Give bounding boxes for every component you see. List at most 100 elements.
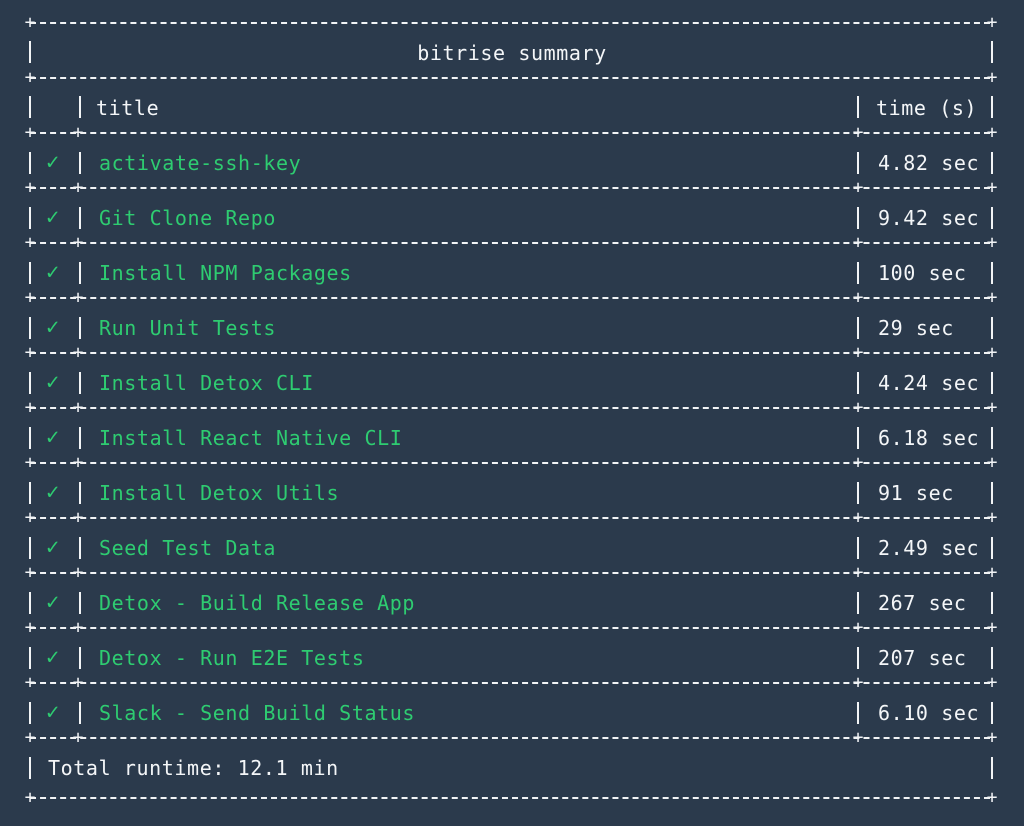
- border-corner: +: [852, 397, 864, 418]
- header-time: time (s): [876, 96, 978, 120]
- column-separator: [79, 537, 81, 559]
- column-separator: [29, 372, 31, 394]
- column-separator: [79, 317, 81, 339]
- success-check-icon: ✓: [46, 315, 60, 340]
- border-corner: +: [852, 287, 864, 308]
- column-separator: [991, 41, 993, 63]
- border-corner: +: [986, 287, 998, 308]
- table-border: [30, 737, 990, 739]
- table-border: [30, 132, 990, 134]
- border-corner: +: [72, 562, 84, 583]
- border-corner: +: [72, 727, 84, 748]
- column-separator: [991, 96, 993, 118]
- column-separator: [29, 96, 31, 118]
- step-name: activate-ssh-key: [99, 151, 302, 175]
- step-name: Detox - Build Release App: [99, 591, 416, 615]
- border-corner: +: [852, 122, 864, 143]
- column-separator: [857, 262, 859, 284]
- success-check-icon: ✓: [46, 480, 60, 505]
- column-separator: [991, 702, 993, 724]
- column-separator: [29, 592, 31, 614]
- table-border: [30, 407, 990, 409]
- column-separator: [857, 317, 859, 339]
- border-corner: +: [24, 507, 36, 528]
- success-check-icon: ✓: [46, 425, 60, 450]
- column-separator: [29, 152, 31, 174]
- border-corner: +: [852, 727, 864, 748]
- border-corner: +: [986, 672, 998, 693]
- border-corner: +: [24, 787, 36, 808]
- border-corner: +: [24, 177, 36, 198]
- border-corner: +: [852, 617, 864, 638]
- column-separator: [29, 207, 31, 229]
- column-separator: [857, 592, 859, 614]
- border-corner: +: [986, 617, 998, 638]
- column-separator: [991, 372, 993, 394]
- border-corner: +: [986, 12, 998, 33]
- step-name: Detox - Run E2E Tests: [99, 646, 365, 670]
- column-separator: [79, 702, 81, 724]
- border-corner: +: [852, 672, 864, 693]
- border-corner: +: [24, 67, 36, 88]
- table-border: [30, 352, 990, 354]
- border-corner: +: [852, 562, 864, 583]
- column-separator: [991, 757, 993, 779]
- column-separator: [29, 757, 31, 779]
- step-time: 2.49 sec: [878, 536, 980, 560]
- step-name: Git Clone Repo: [99, 206, 276, 230]
- step-time: 267 sec: [878, 591, 967, 615]
- step-name: Run Unit Tests: [99, 316, 276, 340]
- column-separator: [991, 207, 993, 229]
- column-separator: [79, 482, 81, 504]
- border-corner: +: [986, 562, 998, 583]
- success-check-icon: ✓: [46, 150, 60, 175]
- column-separator: [857, 427, 859, 449]
- border-corner: +: [852, 177, 864, 198]
- column-separator: [29, 537, 31, 559]
- column-separator: [79, 96, 81, 118]
- column-separator: [79, 207, 81, 229]
- table-border: [30, 242, 990, 244]
- column-separator: [29, 647, 31, 669]
- border-corner: +: [24, 727, 36, 748]
- summary-title: bitrise summary: [417, 41, 607, 65]
- border-corner: +: [72, 287, 84, 308]
- column-separator: [29, 262, 31, 284]
- column-separator: [79, 262, 81, 284]
- success-check-icon: ✓: [46, 260, 60, 285]
- border-corner: +: [24, 562, 36, 583]
- border-corner: +: [986, 727, 998, 748]
- column-separator: [857, 372, 859, 394]
- table-border: [30, 77, 990, 79]
- table-border: [30, 297, 990, 299]
- border-corner: +: [72, 617, 84, 638]
- step-time: 100 sec: [878, 261, 967, 285]
- column-separator: [79, 372, 81, 394]
- column-separator: [79, 647, 81, 669]
- border-corner: +: [986, 232, 998, 253]
- border-corner: +: [24, 342, 36, 363]
- step-time: 6.10 sec: [878, 701, 980, 725]
- step-name: Install React Native CLI: [99, 426, 403, 450]
- step-time: 29 sec: [878, 316, 954, 340]
- table-border: [30, 627, 990, 629]
- column-separator: [29, 427, 31, 449]
- column-separator: [857, 647, 859, 669]
- border-corner: +: [986, 122, 998, 143]
- success-check-icon: ✓: [46, 700, 60, 725]
- border-corner: +: [852, 232, 864, 253]
- column-separator: [79, 152, 81, 174]
- border-corner: +: [72, 232, 84, 253]
- success-check-icon: ✓: [46, 370, 60, 395]
- column-separator: [79, 592, 81, 614]
- column-separator: [857, 96, 859, 118]
- column-separator: [857, 537, 859, 559]
- table-border: [30, 517, 990, 519]
- step-name: Install NPM Packages: [99, 261, 352, 285]
- step-name: Install Detox CLI: [99, 371, 314, 395]
- column-separator: [857, 702, 859, 724]
- column-separator: [991, 317, 993, 339]
- header-title: title: [96, 96, 160, 120]
- step-time: 4.82 sec: [878, 151, 980, 175]
- border-corner: +: [852, 452, 864, 473]
